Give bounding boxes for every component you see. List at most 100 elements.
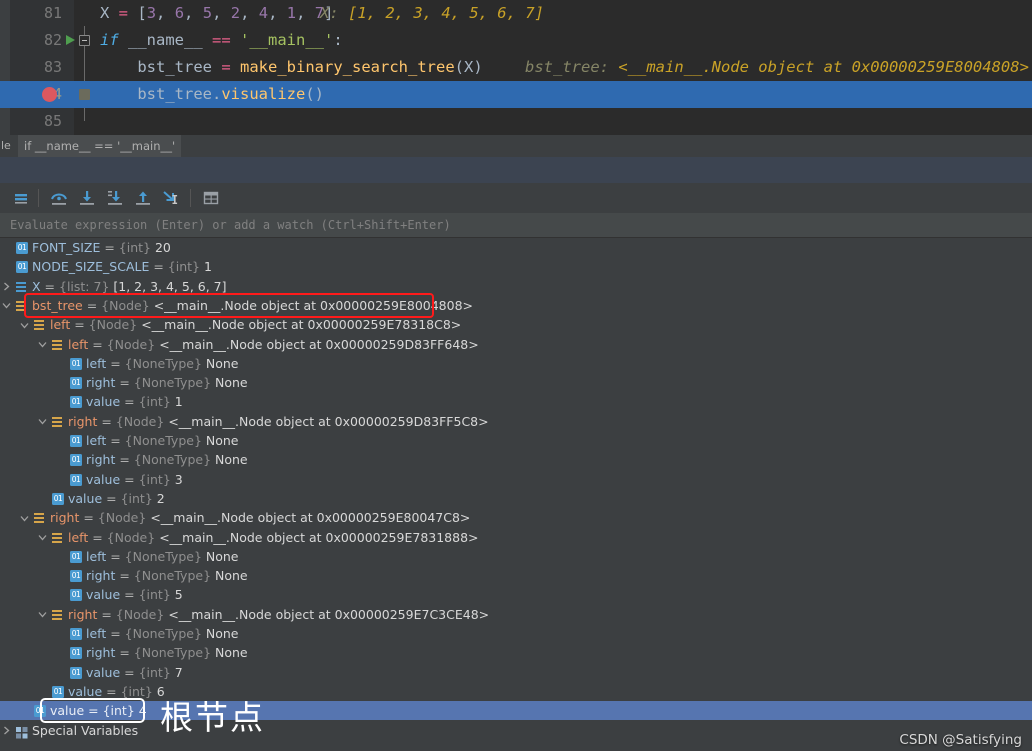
breadcrumb[interactable]: if __name__ == '__main__' (18, 135, 182, 157)
variable-type: {NoneType} (124, 548, 206, 564)
variable-row[interactable]: 01 left = {NoneType} None (0, 624, 1032, 643)
variable-text: right = {Node} <__main__.Node object at … (68, 412, 489, 431)
variable-row[interactable]: bst_tree = {Node} <__main__.Node object … (0, 296, 1032, 315)
code-editor[interactable]: 81 X = [3, 6, 5, 2, 4, 1, 7] X: [1, 2, 3, … (0, 0, 1032, 135)
evaluate-expression-icon[interactable] (200, 187, 222, 209)
code-line[interactable]: 84 bst_tree.visualize() (0, 81, 1032, 108)
variable-value: None (205, 626, 239, 641)
variable-name: left (86, 626, 107, 641)
variable-value: 7 (174, 664, 183, 680)
variable-equals: = (84, 703, 103, 719)
variable-row[interactable]: left = {Node} <__main__.Node object at 0… (0, 315, 1032, 334)
code-line[interactable]: 81 X = [3, 6, 5, 2, 4, 1, 7] X: [1, 2, 3, … (0, 0, 1032, 27)
step-over-icon[interactable] (48, 187, 70, 209)
variable-value: [1, 2, 3, 4, 5, 6, 7] (113, 278, 227, 294)
variable-row[interactable]: 01 left = {NoneType} None (0, 431, 1032, 450)
variable-row[interactable]: 01 value = {int} 7 (0, 663, 1032, 682)
variable-type: {Node} (115, 606, 169, 622)
chevron-down-icon[interactable] (36, 335, 48, 354)
variable-type: {NoneType} (124, 355, 206, 371)
run-to-line-arrow-icon[interactable] (66, 35, 75, 45)
variable-row[interactable]: right = {Node} <__main__.Node object at … (0, 508, 1032, 527)
chevron-down-icon[interactable] (36, 605, 48, 624)
force-step-into-icon[interactable] (104, 187, 126, 209)
step-out-icon[interactable] (132, 187, 154, 209)
variable-row[interactable]: 01 value = {int} 4 (0, 701, 1032, 721)
chevron-right-icon[interactable] (0, 721, 12, 740)
chevron-down-icon[interactable] (36, 528, 48, 547)
chevron-down-icon[interactable] (0, 296, 12, 315)
variable-row[interactable]: 01 value = {int} 5 (0, 585, 1032, 604)
variable-text: left = {Node} <__main__.Node object at 0… (50, 315, 461, 334)
variable-value: 1 (203, 259, 212, 275)
chevron-down-icon[interactable] (18, 508, 30, 527)
toolbar-separator-1 (38, 189, 39, 207)
variable-row[interactable]: 01 value = {int} 6 (0, 682, 1032, 701)
variable-value: <__main__.Node object at 0x00000259E7831… (159, 529, 479, 545)
variable-row[interactable]: 01 FONT_SIZE = {int} 20 (0, 238, 1032, 257)
variable-type: {NoneType} (133, 452, 215, 468)
variable-equals: = (120, 394, 139, 410)
variable-row[interactable]: 01 right = {NoneType} None (0, 450, 1032, 469)
special-variables-label: Special Variables (32, 722, 139, 738)
variable-text: FONT_SIZE = {int} 20 (32, 238, 171, 257)
fold-region-marker-icon[interactable] (79, 89, 90, 100)
code-line[interactable]: 83 bst_tree = make_binary_search_tree(X)… (0, 54, 1032, 81)
variable-text: left = {Node} <__main__.Node object at 0… (68, 528, 479, 547)
variable-text: right = {Node} <__main__.Node object at … (68, 605, 489, 624)
variable-row[interactable]: left = {Node} <__main__.Node object at 0… (0, 335, 1032, 354)
variables-tree[interactable]: 01 FONT_SIZE = {int} 20 01 NODE_SIZE_SCALE … (0, 238, 1032, 751)
variable-equals: = (115, 568, 134, 584)
step-into-icon[interactable] (76, 187, 98, 209)
chevron-down-icon[interactable] (36, 412, 48, 431)
variable-text: right = {NoneType} None (86, 373, 248, 392)
variable-equals: = (79, 510, 98, 526)
breadcrumb-bar: le if __name__ == '__main__' (0, 135, 1032, 157)
variable-row[interactable]: 01 right = {NoneType} None (0, 373, 1032, 392)
variable-text: value = {int} 6 (68, 682, 165, 701)
variable-equals: = (102, 683, 121, 699)
variable-row[interactable]: X = {list: 7} [1, 2, 3, 4, 5, 6, 7] (0, 277, 1032, 296)
primitive-value-icon: 01 (34, 705, 46, 718)
variable-row[interactable]: 01 value = {int} 1 (0, 392, 1032, 411)
primitive-value-icon: 01 (70, 550, 82, 563)
frames-list-icon[interactable] (10, 187, 32, 209)
code-text: if __name__ == '__main__': (100, 31, 343, 49)
primitive-value-icon: 01 (70, 473, 82, 486)
variable-row[interactable]: right = {Node} <__main__.Node object at … (0, 412, 1032, 431)
variable-row[interactable]: 01 right = {NoneType} None (0, 643, 1032, 662)
variable-row[interactable]: left = {Node} <__main__.Node object at 0… (0, 528, 1032, 547)
breakpoint-icon[interactable] (42, 87, 57, 102)
chevron-right-icon[interactable] (0, 277, 12, 296)
variable-row[interactable]: 01 left = {NoneType} None (0, 547, 1032, 566)
variable-row[interactable]: 01 value = {int} 2 (0, 489, 1032, 508)
primitive-value-icon: 01 (70, 357, 82, 370)
primitive-value-icon: 01 (70, 628, 82, 640)
variable-equals: = (115, 452, 134, 468)
variable-equals: = (106, 433, 125, 448)
variable-type: {NoneType} (124, 626, 206, 641)
variable-text: right = {Node} <__main__.Node object at … (50, 508, 470, 527)
variable-row[interactable]: 01 right = {NoneType} None (0, 566, 1032, 585)
watermark: CSDN @Satisfying (899, 732, 1022, 748)
variable-value: <__main__.Node object at 0x00000259E7C3C… (168, 606, 490, 622)
variable-value: None (215, 452, 248, 468)
fold-collapse-icon[interactable] (79, 35, 90, 46)
object-value-icon (16, 300, 28, 312)
variable-row[interactable]: 01 left = {NoneType} None (0, 354, 1032, 373)
code-line[interactable]: 82 if __name__ == '__main__': (0, 27, 1032, 54)
variable-row[interactable]: 01 NODE_SIZE_SCALE = {int} 1 (0, 257, 1032, 276)
code-line[interactable]: 85 (0, 108, 1032, 135)
run-to-cursor-icon[interactable] (160, 187, 182, 209)
line-number: 82 (43, 31, 62, 49)
debugger-toolbar[interactable] (0, 183, 1032, 214)
variable-type: {NoneType} (124, 433, 206, 448)
variable-row[interactable]: right = {Node} <__main__.Node object at … (0, 605, 1032, 624)
evaluate-expression-input[interactable]: Evaluate expression (Enter) or add a wat… (0, 213, 1032, 238)
variable-row[interactable]: 01 value = {int} 3 (0, 470, 1032, 489)
special-variables-row[interactable]: Special Variables (0, 721, 1032, 740)
chevron-down-icon[interactable] (18, 315, 30, 334)
variable-text: bst_tree = {Node} <__main__.Node object … (32, 296, 473, 315)
variable-name: bst_tree (32, 297, 83, 313)
variable-value: 2 (156, 490, 165, 506)
